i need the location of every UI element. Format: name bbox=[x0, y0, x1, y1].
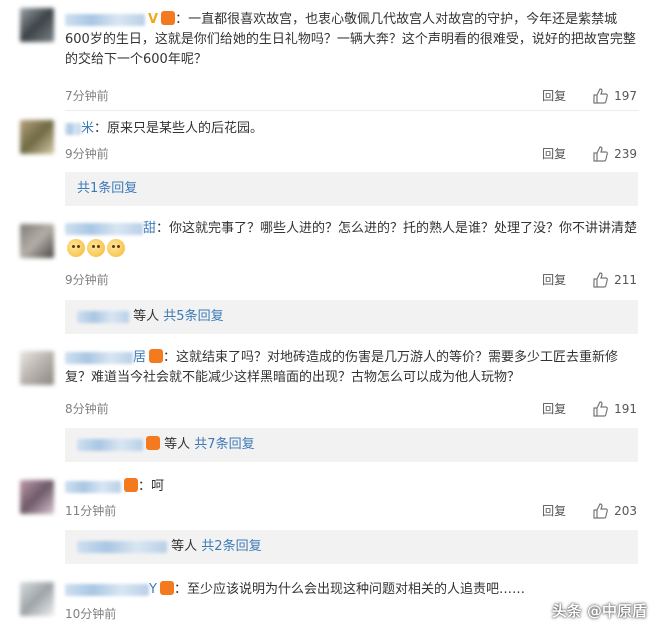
emoji-surprised-icon bbox=[87, 239, 105, 257]
like-button[interactable]: 211 bbox=[592, 271, 637, 288]
vip-badge-icon bbox=[159, 581, 174, 595]
thumbs-up-icon bbox=[593, 87, 608, 104]
replies-box: 等人 共5条回复 bbox=[65, 300, 638, 334]
replies-prefix: 等人 bbox=[164, 437, 191, 452]
timestamp: 10分钟前 bbox=[65, 607, 117, 621]
thumbs-up-icon bbox=[593, 271, 608, 288]
comment-actions: 回复 203 bbox=[542, 502, 637, 519]
thumbs-up-icon bbox=[593, 400, 608, 417]
reply-username[interactable] bbox=[77, 438, 143, 451]
watermark: 头条 @中原盾 bbox=[551, 602, 647, 620]
replies-prefix: 等人 bbox=[133, 309, 160, 324]
divider bbox=[65, 110, 639, 111]
emoji-surprised-icon bbox=[107, 239, 125, 257]
like-button[interactable]: 239 bbox=[592, 145, 637, 162]
comment-actions: 回复 191 bbox=[542, 400, 637, 417]
username-tail[interactable]: Y bbox=[149, 582, 157, 597]
comment-text: 甜：你这就完事了？哪些人进的？怎么进的？托的熟人是谁？处理了没？你不讲讲清楚 bbox=[65, 219, 640, 260]
username-tail[interactable]: 米 bbox=[81, 121, 94, 136]
like-button[interactable]: 203 bbox=[592, 502, 637, 519]
comment-text: ：呵 bbox=[65, 477, 640, 497]
view-replies-link[interactable]: 共7条回复 bbox=[194, 437, 254, 452]
username[interactable] bbox=[65, 222, 143, 235]
avatar[interactable] bbox=[20, 8, 54, 42]
vip-badge-icon bbox=[146, 436, 160, 450]
avatar[interactable] bbox=[20, 120, 54, 154]
avatar[interactable] bbox=[20, 480, 54, 514]
replies-box: 等人 共7条回复 bbox=[65, 428, 638, 462]
username-tail[interactable]: 居 bbox=[133, 350, 146, 365]
username[interactable] bbox=[65, 351, 133, 364]
timestamp: 7分钟前 bbox=[65, 89, 109, 103]
reply-username[interactable] bbox=[77, 540, 167, 553]
comment-actions: 回复 239 bbox=[542, 145, 637, 162]
username[interactable] bbox=[65, 13, 145, 26]
reply-button[interactable]: 回复 bbox=[542, 502, 566, 519]
timestamp: 9分钟前 bbox=[65, 147, 109, 161]
username[interactable] bbox=[65, 480, 121, 493]
vip-badge-icon bbox=[149, 349, 164, 363]
comment-text: 居：这就结束了吗？对地砖造成的伤害是几万游人的等价？需要多少工匠去重新修复？难道… bbox=[65, 349, 619, 385]
like-count: 191 bbox=[614, 401, 637, 416]
comment-text: V ：一直都很喜欢故宫，也衷心敬佩几代故宫人对故宫的守护，今年还是紫禁城600岁的… bbox=[65, 11, 636, 67]
like-count: 197 bbox=[614, 88, 637, 103]
view-replies-link[interactable]: 共5条回复 bbox=[163, 309, 223, 324]
vip-badge-icon bbox=[161, 11, 176, 25]
timestamp: 11分钟前 bbox=[65, 504, 117, 518]
view-replies-link[interactable]: 共1条回复 bbox=[77, 172, 137, 206]
comment-actions: 回复 197 bbox=[542, 87, 637, 104]
emoji-surprised-icon bbox=[67, 239, 85, 257]
username[interactable] bbox=[65, 122, 81, 135]
username-tail[interactable]: 甜 bbox=[143, 221, 156, 236]
thumbs-up-icon bbox=[593, 145, 608, 162]
replies-box: 等人 共2条回复 bbox=[65, 530, 638, 564]
timestamp: 8分钟前 bbox=[65, 402, 109, 416]
reply-button[interactable]: 回复 bbox=[542, 145, 566, 162]
vip-badge-icon: V bbox=[148, 12, 159, 27]
username[interactable] bbox=[65, 583, 149, 596]
reply-username[interactable] bbox=[77, 310, 129, 323]
reply-button[interactable]: 回复 bbox=[542, 400, 566, 417]
replies-prefix: 等人 bbox=[171, 539, 198, 554]
view-replies-link[interactable]: 共2条回复 bbox=[201, 539, 261, 554]
comment-text: Y ：至少应该说明为什么会出现这种问题对相关的人追责吧…… bbox=[65, 580, 640, 600]
like-count: 211 bbox=[614, 272, 637, 287]
replies-box: 共1条回复 bbox=[65, 172, 638, 206]
like-count: 239 bbox=[614, 146, 637, 161]
thumbs-up-icon bbox=[593, 502, 608, 519]
vip-badge-icon bbox=[124, 478, 138, 492]
avatar[interactable] bbox=[20, 224, 54, 258]
comment-actions: 回复 211 bbox=[542, 271, 637, 288]
like-button[interactable]: 197 bbox=[592, 87, 637, 104]
like-count: 203 bbox=[614, 503, 637, 518]
avatar[interactable] bbox=[20, 582, 54, 616]
reply-button[interactable]: 回复 bbox=[542, 271, 566, 288]
reply-button[interactable]: 回复 bbox=[542, 87, 566, 104]
comment-text: 米：原来只是某些人的后花园。 bbox=[65, 119, 640, 139]
like-button[interactable]: 191 bbox=[592, 400, 637, 417]
timestamp: 9分钟前 bbox=[65, 273, 109, 287]
avatar[interactable] bbox=[20, 351, 54, 385]
